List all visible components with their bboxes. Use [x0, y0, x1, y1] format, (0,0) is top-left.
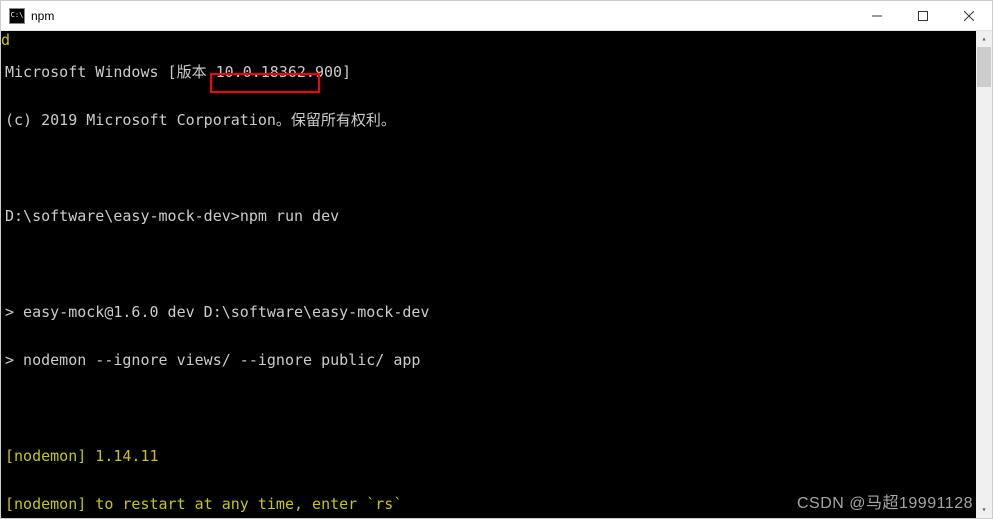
scrollbar-track[interactable] — [976, 47, 992, 502]
close-icon — [964, 11, 974, 21]
header-line: Microsoft Windows [版本 10.0.18362.900] — [5, 64, 992, 80]
window-title: npm — [31, 9, 54, 23]
nodemon-tag: [nodemon] — [5, 495, 86, 513]
blank-line — [5, 160, 992, 176]
window-controls — [854, 1, 992, 30]
copyright-line: (c) 2019 Microsoft Corporation。保留所有权利。 — [5, 112, 992, 128]
scroll-down-arrow-icon[interactable]: ▾ — [976, 502, 992, 518]
terminal-output[interactable]: Microsoft Windows [版本 10.0.18362.900] (c… — [1, 31, 992, 518]
scroll-up-arrow-icon[interactable]: ▴ — [976, 31, 992, 47]
blank-line — [5, 256, 992, 272]
npm-output: > easy-mock@1.6.0 dev D:\software\easy-m… — [5, 304, 992, 320]
vertical-scrollbar[interactable]: ▴ ▾ — [976, 31, 992, 518]
prompt-line: D:\software\easy-mock-dev>npm run dev — [5, 208, 992, 224]
prompt-path: D:\software\easy-mock-dev> — [5, 207, 240, 225]
blank-line — [5, 400, 992, 416]
app-icon: C:\ — [9, 8, 25, 24]
titlebar[interactable]: C:\ npm — [1, 1, 992, 31]
maximize-icon — [918, 11, 928, 21]
prompt-command: npm run dev — [240, 207, 339, 225]
nodemon-msg: 1.14.11 — [86, 447, 158, 465]
window-frame: C:\ npm Microsoft Windows [版本 10.0.18362… — [0, 0, 993, 519]
nodemon-msg: to restart at any time, enter `rs` — [86, 495, 402, 513]
scrollbar-thumb[interactable] — [977, 47, 991, 87]
app-icon-text: C:\ — [11, 12, 24, 19]
stray-char: d — [1, 33, 10, 48]
close-button[interactable] — [946, 1, 992, 30]
nodemon-tag: [nodemon] — [5, 447, 86, 465]
nodemon-line: [nodemon] 1.14.11 — [5, 448, 992, 464]
maximize-button[interactable] — [900, 1, 946, 30]
watermark-text: CSDN @马超19991128 — [797, 489, 973, 513]
minimize-icon — [872, 11, 882, 21]
npm-output: > nodemon --ignore views/ --ignore publi… — [5, 352, 992, 368]
minimize-button[interactable] — [854, 1, 900, 30]
